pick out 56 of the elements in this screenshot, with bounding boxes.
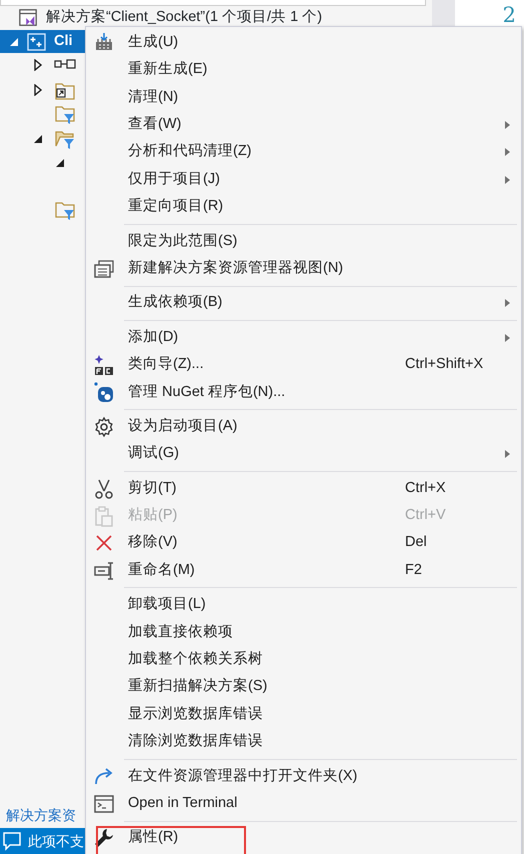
menu-item[interactable]: 显示浏览数据库错误 xyxy=(86,700,521,728)
menu-item[interactable]: 剪切(T) Ctrl+X xyxy=(86,474,521,502)
terminal-icon xyxy=(93,792,115,815)
menu-item[interactable]: 重定向项目(R) xyxy=(86,193,521,221)
menu-item[interactable]: 管理 NuGet 程序包(N)... xyxy=(86,378,521,406)
shortcut-text: Ctrl+V xyxy=(405,506,447,526)
menu-item[interactable]: Open in Terminal xyxy=(86,790,521,818)
package-icon xyxy=(93,381,115,404)
clipboard-icon xyxy=(93,504,115,527)
wrench-icon xyxy=(93,827,115,850)
menu-item[interactable]: 属性(R) xyxy=(86,824,521,852)
windows-icon xyxy=(93,258,115,280)
menu-item[interactable]: 加载整个依赖关系树 xyxy=(86,646,521,674)
shortcut-text: Ctrl+X xyxy=(405,478,447,498)
comment-icon xyxy=(2,831,22,851)
menu-item[interactable]: 生成(U) xyxy=(86,29,521,56)
menu-item[interactable]: 类向导(Z)... Ctrl+Shift+X xyxy=(86,351,521,379)
menu-item[interactable]: 移除(V) Del xyxy=(86,530,521,558)
class-wizard-icon xyxy=(93,354,115,376)
menu-item[interactable]: 生成依赖项(B) xyxy=(86,290,521,317)
shortcut-text: Ctrl+Shift+X xyxy=(405,355,484,374)
submenu-arrow-icon xyxy=(505,120,510,129)
collapse-triangle-icon xyxy=(8,36,20,48)
menu-item[interactable]: 调试(G) xyxy=(86,440,521,468)
search-field[interactable] xyxy=(0,0,426,6)
menu-item[interactable]: 重新生成(E) xyxy=(86,56,521,84)
menu-item[interactable]: 分析和代码清理(Z) xyxy=(86,138,521,166)
solution-label[interactable]: 解决方案“Client_Socket”(1 个项目/共 1 个) xyxy=(46,7,322,29)
menu-item[interactable]: 添加(D) xyxy=(86,324,521,352)
solution-icon xyxy=(18,8,38,28)
settings-icon xyxy=(93,416,115,438)
menu-item[interactable]: 重命名(M) F2 xyxy=(86,557,521,584)
status-text: 此项不支 xyxy=(28,832,84,850)
project-row[interactable]: Cli xyxy=(0,30,85,53)
menu-item[interactable]: 在文件资源管理器中打开文件夹(X) xyxy=(86,762,521,790)
menu-item[interactable]: 卸载项目(L) xyxy=(86,591,521,619)
rename-icon xyxy=(93,560,115,582)
submenu-arrow-icon xyxy=(505,148,510,156)
scissors-icon xyxy=(93,478,115,500)
menu-item[interactable]: 清理(N) xyxy=(86,84,521,112)
line-number: 2 xyxy=(502,2,516,29)
menu-item[interactable]: 重新扫描解决方案(S) xyxy=(86,674,521,701)
menu-item[interactable]: 限定为此范围(S) xyxy=(86,228,521,256)
project-icon xyxy=(26,30,48,52)
submenu-arrow-icon xyxy=(505,299,510,308)
menu-item[interactable]: 清除浏览数据库错误 xyxy=(86,728,521,756)
menu-item[interactable]: 新建解决方案资源管理器视图(N) xyxy=(86,255,521,283)
menu-item[interactable]: 仅用于项目(J) xyxy=(86,166,521,194)
submenu-arrow-icon xyxy=(505,176,510,184)
menu-item[interactable]: 设为启动项目(A) xyxy=(86,413,521,440)
shortcut-text: Del xyxy=(405,533,428,552)
submenu-arrow-icon xyxy=(505,450,510,458)
submenu-arrow-icon xyxy=(505,334,510,342)
menu-item[interactable]: 查看(W) xyxy=(86,111,521,139)
shortcut-text: F2 xyxy=(405,560,423,580)
menu-item[interactable]: 加载直接依赖项 xyxy=(86,618,521,646)
